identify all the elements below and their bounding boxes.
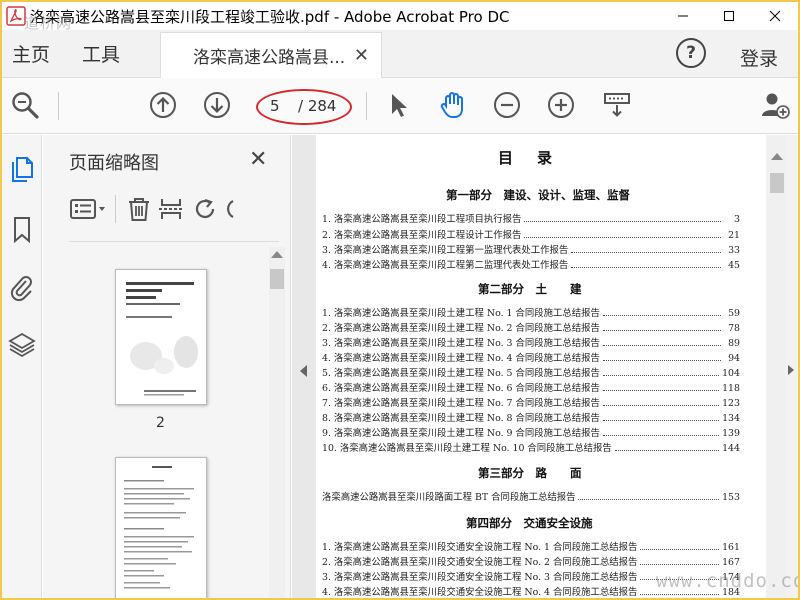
zoom-in-icon[interactable] xyxy=(546,90,576,120)
toc-entry[interactable]: 7. 洛栾高速公路嵩县至栾川段土建工程 No. 7 合同段施工总结报告 123 xyxy=(322,395,740,409)
rotate-page-icon[interactable] xyxy=(191,195,219,223)
login-button[interactable]: 登录 xyxy=(740,44,778,71)
scrollbar-thumb[interactable] xyxy=(270,269,284,289)
acrobat-logo-icon xyxy=(6,6,26,26)
window-controls xyxy=(660,2,798,30)
extract-page-icon[interactable] xyxy=(157,195,185,223)
collapse-panel-arrow-icon[interactable] xyxy=(300,365,307,377)
close-window-button[interactable] xyxy=(752,2,798,30)
thumbnail-scrollbar[interactable] xyxy=(269,247,285,598)
acrobat-window: 洛栾高速公路嵩县至栾川段工程竣工验收.pdf - Adobe Acrobat P… xyxy=(0,0,800,600)
document-tab-label: 洛栾高速公路嵩县... xyxy=(193,48,346,68)
add-user-icon[interactable] xyxy=(760,90,790,120)
section-heading: 第四部分 交通安全设施 xyxy=(466,516,593,530)
select-cursor-icon[interactable] xyxy=(384,90,414,120)
attachment-icon[interactable] xyxy=(8,273,36,301)
toc-entry[interactable]: 8. 洛栾高速公路嵩县至栾川段土建工程 No. 8 合同段施工总结报告 134 xyxy=(322,410,740,424)
toolbar-separator xyxy=(58,92,59,120)
red-annotation-oval xyxy=(256,89,352,125)
main-toolbar: 5 / 284 xyxy=(2,78,798,134)
expand-right-pane-arrow-icon[interactable] xyxy=(788,365,794,375)
thumbnail-tools xyxy=(69,191,279,227)
toc-entry[interactable]: 2. 洛栾高速公路嵩县至栾川段交通安全设施工程 No. 2 合同段施工总结报告 1… xyxy=(322,554,740,568)
scrollbar-thumb[interactable] xyxy=(770,173,784,193)
thumbnail-page-label: 2 xyxy=(156,415,165,431)
content-page-preview xyxy=(124,466,194,589)
panel-splitter[interactable] xyxy=(292,135,316,598)
zoom-out-icon[interactable] xyxy=(492,90,522,120)
toolbar-separator xyxy=(366,92,367,120)
panel-title: 页面缩略图 xyxy=(69,153,159,174)
right-edge-rail xyxy=(766,135,798,598)
maximize-button[interactable] xyxy=(706,2,752,30)
tools-separator xyxy=(115,195,116,223)
close-icon xyxy=(769,10,781,22)
watermark-bottom: www.cnddo.com xyxy=(656,570,798,592)
toc-entry[interactable]: 10. 洛栾高速公路嵩县至栾川段土建工程 No. 10 合同段施工总结报告 144 xyxy=(322,440,740,454)
hand-tool-icon[interactable] xyxy=(438,90,468,120)
minimize-button[interactable] xyxy=(660,2,706,30)
previous-page-icon[interactable] xyxy=(148,90,178,120)
scroll-mode-icon[interactable] xyxy=(602,90,632,120)
options-menu-icon[interactable] xyxy=(69,195,109,223)
zoom-search-icon[interactable] xyxy=(10,90,40,120)
cover-page-preview xyxy=(126,282,198,396)
toc-entry[interactable]: 1. 洛栾高速公路嵩县至栾川段交通安全设施工程 No. 1 合同段施工总结报告 1… xyxy=(322,539,740,553)
window-title: 洛栾高速公路嵩县至栾川段工程竣工验收.pdf - Adobe Acrobat P… xyxy=(30,7,510,26)
toc-entry[interactable]: 2. 洛栾高速公路嵩县至栾川段工程设计工作报告 21 xyxy=(322,227,740,241)
toc-entry[interactable]: 1. 洛栾高速公路嵩县至栾川段工程项目执行报告 3 xyxy=(322,211,740,225)
tools-menu[interactable]: 工具 xyxy=(82,40,120,67)
close-panel-icon[interactable]: ✕ xyxy=(249,147,267,172)
page-thumbnails-icon[interactable] xyxy=(8,155,36,183)
more-tools-icon[interactable] xyxy=(221,195,235,223)
toc-entry[interactable]: 4. 洛栾高速公路嵩县至栾川段工程第二监理代表处工作报告 45 xyxy=(322,257,740,271)
minimize-icon xyxy=(678,15,688,17)
toc-entry[interactable]: 洛栾高速公路嵩县至栾川段路面工程 BT 合同段施工总结报告 153 xyxy=(322,489,740,503)
section-heading: 第三部分 路 面 xyxy=(478,466,582,480)
maximize-icon xyxy=(724,11,734,21)
toc-entry[interactable]: 2. 洛栾高速公路嵩县至栾川段土建工程 No. 2 合同段施工总结报告 78 xyxy=(322,320,740,334)
document-scrollbar[interactable] xyxy=(768,135,786,598)
toc-entry[interactable]: 6. 洛栾高速公路嵩县至栾川段土建工程 No. 6 合同段施工总结报告 118 xyxy=(322,380,740,394)
toc-entry[interactable]: 9. 洛栾高速公路嵩县至栾川段土建工程 No. 9 合同段施工总结报告 139 xyxy=(322,425,740,439)
toc-entry[interactable]: 3. 洛栾高速公路嵩县至栾川段土建工程 No. 3 合同段施工总结报告 89 xyxy=(322,335,740,349)
toc-entry[interactable]: 3. 洛栾高速公路嵩县至栾川段工程第一监理代表处工作报告 33 xyxy=(322,242,740,256)
toc-entry[interactable]: 1. 洛栾高速公路嵩县至栾川段土建工程 No. 1 合同段施工总结报告 59 xyxy=(322,305,740,319)
page-thumbnails-panel: 页面缩略图 ✕ 2 xyxy=(43,135,291,598)
bookmark-icon[interactable] xyxy=(8,215,36,243)
layers-icon[interactable] xyxy=(8,331,36,359)
left-navigation-rail xyxy=(2,135,42,598)
section-heading: 第一部分 建设、设计、监理、监督 xyxy=(446,188,630,202)
toc-title: 目录 xyxy=(498,149,577,167)
menu-tab-bar: 主页 工具 洛栾高速公路嵩县... ✕ ? 登录 xyxy=(2,30,798,78)
home-menu[interactable]: 主页 xyxy=(12,40,50,67)
help-button[interactable]: ? xyxy=(676,38,706,68)
scroll-up-arrow-icon[interactable] xyxy=(271,251,283,258)
delete-page-icon[interactable] xyxy=(125,195,153,223)
section-heading: 第二部分 土 建 xyxy=(478,282,582,296)
toc-entry[interactable]: 5. 洛栾高速公路嵩县至栾川段土建工程 No. 5 合同段施工总结报告 104 xyxy=(322,365,740,379)
panel-divider xyxy=(69,241,279,242)
next-page-icon[interactable] xyxy=(202,90,232,120)
document-view[interactable]: 目录 第一部分 建设、设计、监理、监督 1. 洛栾高速公路嵩县至栾川段工程项目执… xyxy=(316,135,766,598)
scroll-up-arrow-icon[interactable] xyxy=(771,153,783,160)
document-tab[interactable]: 洛栾高速公路嵩县... ✕ xyxy=(160,32,382,78)
title-bar: 洛栾高速公路嵩县至栾川段工程竣工验收.pdf - Adobe Acrobat P… xyxy=(2,2,798,30)
page-thumbnail[interactable] xyxy=(115,269,207,405)
page-thumbnail[interactable] xyxy=(115,457,207,598)
page-number-box: 5 / 284 xyxy=(256,89,352,125)
toc-entry[interactable]: 4. 洛栾高速公路嵩县至栾川段土建工程 No. 4 合同段施工总结报告 94 xyxy=(322,350,740,364)
close-tab-icon[interactable]: ✕ xyxy=(354,45,369,66)
